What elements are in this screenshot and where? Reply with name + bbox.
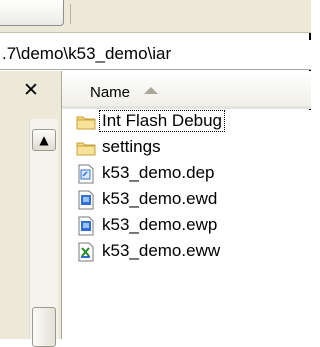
address-bar[interactable]: .7\demo\k53_demo\iar <box>0 40 311 70</box>
sidebar-pane: ✕ ▲ <box>0 71 62 347</box>
list-item[interactable]: k53_demo.dep <box>76 162 306 186</box>
file-name: Int Flash Debug <box>98 110 226 132</box>
list-item[interactable]: settings <box>76 136 306 160</box>
file-name: k53_demo.ewp <box>102 215 218 234</box>
toolbar-separator <box>70 4 71 24</box>
file-name: settings <box>102 137 161 156</box>
list-item[interactable]: k53_demo.eww <box>76 240 306 264</box>
ewd-file-icon <box>78 190 94 210</box>
list-item[interactable]: k53_demo.ewd <box>76 188 306 212</box>
file-name: k53_demo.dep <box>102 163 215 182</box>
toolbar <box>0 0 311 33</box>
eww-file-icon <box>78 242 94 262</box>
column-header-label: Name <box>90 84 131 101</box>
address-path: .7\demo\k53_demo\iar <box>2 44 172 63</box>
sidebar-scrollbar[interactable]: ▲ <box>29 119 58 347</box>
toolbar-button[interactable] <box>0 0 64 26</box>
folder-icon <box>76 142 96 156</box>
file-name: k53_demo.eww <box>102 241 221 260</box>
list-item[interactable]: Int Flash Debug <box>76 110 306 134</box>
scroll-thumb[interactable] <box>32 307 56 347</box>
folder-icon <box>76 116 96 130</box>
close-pane-button[interactable]: ✕ <box>20 79 42 101</box>
list-item[interactable]: k53_demo.ewp <box>76 214 306 238</box>
dep-file-icon <box>78 164 94 184</box>
sort-ascending-icon <box>144 87 158 94</box>
ewp-file-icon <box>78 216 94 236</box>
file-list: Int Flash Debug settings k53_demo.dep k5… <box>62 110 311 339</box>
column-header-name[interactable]: Name <box>62 71 311 109</box>
file-name: k53_demo.ewd <box>102 189 218 208</box>
scroll-up-button[interactable]: ▲ <box>32 129 56 151</box>
